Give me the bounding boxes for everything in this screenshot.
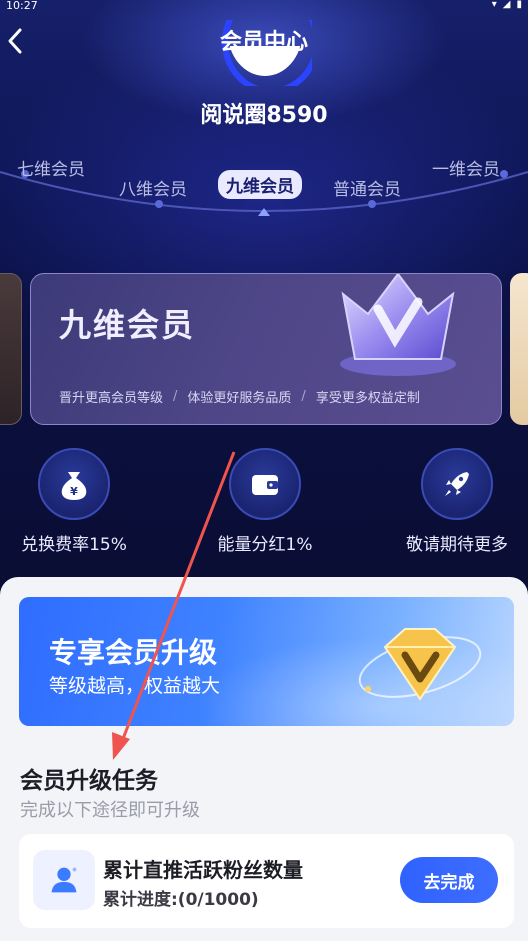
benefit-icon-circle: ¥ [38, 448, 110, 520]
member-card-benefits: 晋升更高会员等级 / 体验更好服务品质 / 享受更多权益定制 [59, 387, 420, 406]
benefit-label: 兑换费率15% [21, 535, 127, 555]
benefit-label: 敬请期待更多 [406, 535, 508, 555]
level-pointer-icon [258, 208, 270, 216]
next-member-card[interactable] [510, 273, 528, 425]
task-icon-box [33, 850, 95, 910]
wifi-icon: ◢ [502, 0, 511, 10]
rocket-icon [445, 472, 469, 496]
upgrade-banner[interactable]: 专享会员升级 等级越高，权益越大 [19, 597, 514, 726]
benefit-exchange-rate[interactable]: ¥ 兑换费率15% [9, 448, 139, 555]
benefit-more-coming[interactable]: 敬请期待更多 [392, 448, 522, 555]
level-item-9-selected[interactable]: 九维会员 [218, 170, 302, 199]
benefit-energy-dividend[interactable]: 能量分红1% [200, 448, 330, 555]
member-card[interactable]: 九维会员 晋升更高会员等级 / 体验更好服务品质 / 享受更多权益定制 [30, 273, 502, 425]
benefit-label: 能量分红1% [217, 535, 313, 555]
svg-text:¥: ¥ [70, 485, 78, 498]
benefit-text: 体验更好服务品质 [187, 391, 292, 406]
money-bag-icon: ¥ [61, 472, 87, 500]
page-title: 会员中心 [219, 30, 308, 55]
level-item-normal[interactable]: 普通会员 [333, 175, 401, 200]
benefit-icon-circle [421, 448, 493, 520]
benefit-text: 享受更多权益定制 [315, 391, 420, 406]
banner-title: 专享会员升级 [49, 636, 218, 669]
task-progress: 累计进度:(0/1000) [103, 890, 259, 910]
complete-task-button[interactable]: 去完成 [400, 857, 498, 903]
wallet-icon [252, 475, 278, 495]
content-panel: 专享会员升级 等级越高，权益越大 会员升级任务 完成以下途径即可升级 累计直推活… [0, 577, 528, 941]
prev-member-card[interactable] [0, 273, 22, 425]
task-card: 累计直推活跃粉丝数量 累计进度:(0/1000) 去完成 [19, 834, 514, 928]
status-bar: 10:27 ▾ ◢ ▮ [0, 0, 528, 14]
level-item-7[interactable]: 七维会员 [17, 155, 85, 180]
status-time: 10:27 [6, 0, 38, 12]
battery-icon: ▮ [516, 0, 522, 10]
username: 阅说圈8590 [200, 103, 328, 128]
status-icons: ▾ ◢ ▮ [492, 0, 522, 10]
user-icon [51, 867, 77, 893]
separator: / [301, 389, 306, 404]
member-card-title: 九维会员 [59, 306, 196, 344]
level-dot [500, 170, 508, 178]
tasks-title: 会员升级任务 [20, 768, 158, 794]
benefit-icon-circle [229, 448, 301, 520]
level-item-8[interactable]: 八维会员 [119, 175, 187, 200]
diamond-icon [358, 628, 482, 701]
tasks-subtitle: 完成以下途径即可升级 [20, 800, 200, 821]
banner-subtitle: 等级越高，权益越大 [49, 675, 221, 697]
crown-icon [340, 274, 456, 376]
task-title: 累计直推活跃粉丝数量 [103, 858, 303, 882]
separator: / [173, 389, 178, 404]
level-item-1[interactable]: 一维会员 [432, 155, 500, 180]
level-dot [155, 200, 163, 208]
signal-icon: ▾ [491, 0, 497, 10]
benefit-text: 晋升更高会员等级 [59, 391, 164, 406]
level-dot [368, 200, 376, 208]
